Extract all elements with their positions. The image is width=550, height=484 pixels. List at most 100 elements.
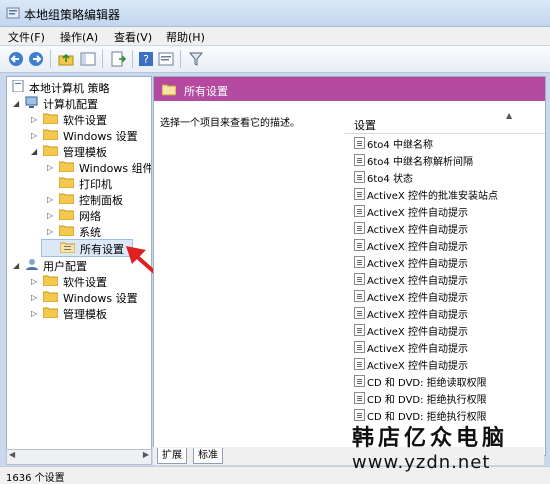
expand-arrow-icon[interactable]: ▷ [47, 195, 53, 204]
svg-text:?: ? [143, 53, 149, 66]
watermark: 韩店亿众电脑 www.yzdn.net [352, 420, 542, 478]
expand-arrow-icon[interactable]: ▷ [31, 115, 37, 124]
tree-label: 打印机 [79, 178, 112, 191]
setting-icon [354, 188, 365, 200]
setting-icon [354, 392, 365, 404]
list-item-label: 6to4 中继名称解析间隔 [367, 157, 473, 168]
setting-icon [354, 341, 365, 353]
tree-node-windows-settings[interactable]: ▷ Windows 设置 [25, 127, 151, 143]
setting-icon [354, 205, 365, 217]
tree-node-printers[interactable]: 打印机 [41, 175, 151, 191]
tree-node-windows-components[interactable]: ▷ Windows 组件 [41, 159, 151, 175]
filter-icon[interactable] [188, 51, 204, 67]
expand-arrow-icon[interactable]: ▷ [47, 211, 53, 220]
tree-node-software-settings[interactable]: ▷ 软件设置 [25, 111, 151, 127]
expand-arrow-icon[interactable]: ▷ [31, 131, 37, 140]
show-hide-tree-icon[interactable] [80, 51, 96, 67]
details-header: 所有设置 [154, 77, 545, 101]
sort-up-icon: ▲ [506, 111, 513, 120]
tree-label: Windows 设置 [63, 130, 138, 143]
list-item-label: ActiveX 控件的批准安装站点 [367, 191, 498, 202]
tree-node-control-panel[interactable]: ▷ 控制面板 [41, 191, 151, 207]
expand-arrow-icon[interactable]: ▷ [31, 277, 37, 286]
scroll-left-icon[interactable]: ◀ [9, 450, 15, 459]
list-item-label: ActiveX 控件自动提示 [367, 276, 468, 287]
export-list-icon[interactable] [110, 51, 126, 67]
scroll-right-icon[interactable]: ▶ [143, 450, 149, 459]
folder-icon [43, 113, 58, 124]
folder-icon [59, 161, 74, 172]
tree-label: 用户配置 [43, 260, 87, 273]
status-text: 1636 个设置 [6, 473, 65, 484]
column-header-label: 设置 [354, 119, 376, 132]
description-text: 选择一个项目来查看它的描述。 [160, 118, 300, 129]
collapse-arrow-icon[interactable]: ◢ [13, 261, 19, 270]
tree-node-system[interactable]: ▷ 系统 [41, 223, 151, 239]
folder-icon [43, 129, 58, 140]
setting-icon [354, 290, 365, 302]
column-header-setting[interactable]: 设置 ▲ [344, 111, 545, 134]
user-icon [26, 259, 38, 270]
tree-label: 软件设置 [63, 276, 107, 289]
list-item-label: 6to4 状态 [367, 174, 413, 185]
tree-node-computer-config[interactable]: ◢ 计算机配置 [11, 95, 151, 111]
list-item-label: 6to4 中继名称 [367, 140, 433, 151]
list-item-label: ActiveX 控件自动提示 [367, 327, 468, 338]
setting-icon [354, 137, 365, 149]
toolbar-separator [132, 50, 133, 68]
setting-icon [354, 375, 365, 387]
setting-icon [354, 171, 365, 183]
tree-horizontal-scrollbar[interactable]: ◀ ▶ [6, 449, 152, 465]
expand-arrow-icon[interactable]: ▷ [31, 293, 37, 302]
list-item-label: ActiveX 控件自动提示 [367, 242, 468, 253]
menu-file[interactable]: 文件(F) [8, 29, 45, 45]
back-arrow-icon[interactable] [8, 51, 24, 67]
all-settings-folder-icon [162, 84, 176, 96]
setting-icon [354, 273, 365, 285]
folder-icon [43, 307, 58, 318]
menu-action[interactable]: 操作(A) [60, 29, 98, 45]
folder-icon [43, 275, 58, 286]
folder-icon [59, 177, 74, 188]
menu-view[interactable]: 查看(V) [114, 29, 152, 45]
list-item-label: ActiveX 控件自动提示 [367, 225, 468, 236]
collapse-arrow-icon[interactable]: ◢ [13, 99, 19, 108]
title-bar: 本地组策略编辑器 [0, 0, 550, 27]
tab-standard[interactable]: 标准 [193, 448, 223, 464]
list-item-label: CD 和 DVD: 拒绝读取权限 [367, 378, 487, 389]
expand-arrow-icon[interactable]: ▷ [47, 227, 53, 236]
toolbar: ? [0, 46, 550, 73]
tree-node-root[interactable]: 本地计算机 策略 [11, 79, 151, 95]
expand-arrow-icon[interactable]: ▷ [31, 309, 37, 318]
folder-icon [59, 225, 74, 236]
menu-help[interactable]: 帮助(H) [166, 29, 205, 45]
watermark-brand: 韩店亿众电脑 [352, 425, 509, 451]
up-folder-icon[interactable] [58, 51, 74, 67]
help-icon[interactable]: ? [138, 51, 154, 67]
policy-editor-icon [6, 7, 20, 19]
list-item-label: ActiveX 控件自动提示 [367, 344, 468, 355]
folder-icon [59, 209, 74, 220]
forward-arrow-icon[interactable] [28, 51, 44, 67]
setting-icon [354, 358, 365, 370]
toolbar-separator [50, 50, 51, 68]
setting-icon [354, 307, 365, 319]
properties-icon[interactable] [158, 51, 174, 67]
tree-label: 本地计算机 策略 [29, 82, 110, 95]
setting-icon [354, 324, 365, 336]
details-pane: 所有设置 选择一个项目来查看它的描述。 设置 ▲ 6to4 中继名称 6to4 … [153, 76, 546, 456]
tree-node-network[interactable]: ▷ 网络 [41, 207, 151, 223]
tree-label: 控制面板 [79, 194, 123, 207]
setting-icon [354, 239, 365, 251]
policy-document-icon [12, 80, 24, 92]
tree-label: 管理模板 [63, 146, 107, 159]
setting-icon [354, 256, 365, 268]
toolbar-separator [102, 50, 103, 68]
tree-label: 所有设置 [80, 243, 124, 256]
tab-extended[interactable]: 扩展 [157, 448, 187, 464]
tree-node-admin-templates[interactable]: ◢ 管理模板 [25, 143, 151, 159]
list-item-label: CD 和 DVD: 拒绝执行权限 [367, 395, 487, 406]
folder-icon [43, 291, 58, 302]
collapse-arrow-icon[interactable]: ◢ [31, 147, 37, 156]
expand-arrow-icon[interactable]: ▷ [47, 163, 53, 172]
